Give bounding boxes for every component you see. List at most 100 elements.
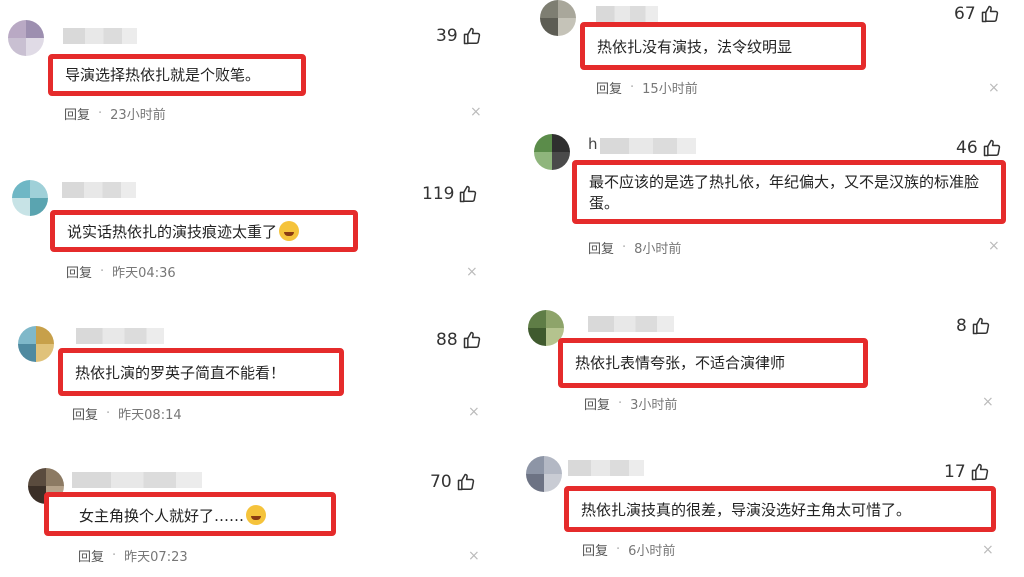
like-count: 17 [944, 462, 966, 482]
avatar-pixel [28, 468, 46, 486]
comment-text: 热依扎表情夸张，不适合演律师 [558, 338, 868, 388]
like-button[interactable]: 8 [956, 316, 991, 336]
close-icon[interactable]: × [988, 80, 1000, 96]
laughing-emoji-icon [246, 505, 267, 525]
avatar-pixel [528, 310, 546, 328]
like-button[interactable]: 39 [436, 26, 482, 46]
comment-text: 说实话热依扎的演技痕迹太重了 [50, 210, 358, 252]
avatar-pixel [8, 20, 26, 38]
like-button[interactable]: 88 [436, 330, 482, 350]
avatar[interactable] [540, 0, 576, 36]
close-icon[interactable]: × [470, 104, 482, 120]
close-icon[interactable]: × [466, 264, 478, 280]
separator: · [106, 406, 111, 421]
comment-text: 热依扎演技真的很差，导演没选好主角太可惜了。 [564, 486, 996, 532]
avatar-pixel [534, 152, 552, 170]
avatar-pixel [528, 328, 546, 346]
reply-button[interactable]: 回复 [584, 394, 610, 413]
thumbs-up-icon [980, 4, 1000, 24]
reply-button[interactable]: 回复 [582, 540, 608, 559]
close-icon[interactable]: × [982, 542, 994, 558]
thumbs-up-icon [458, 184, 478, 204]
like-button[interactable]: 119 [422, 184, 478, 204]
username-blurred[interactable]: h [588, 135, 696, 154]
username-blurred[interactable] [62, 182, 136, 198]
avatar-pixel [12, 180, 30, 198]
separator: · [112, 548, 117, 563]
thumbs-up-icon [970, 462, 990, 482]
avatar-pixel [30, 180, 48, 198]
separator: · [630, 80, 635, 95]
avatar-pixel [8, 38, 26, 56]
avatar[interactable] [534, 134, 570, 170]
reply-button[interactable]: 回复 [64, 104, 90, 123]
avatar-pixel [46, 468, 64, 486]
timestamp: 15小时前 [642, 82, 698, 97]
avatar-pixel [36, 326, 54, 344]
username-blurred[interactable] [72, 472, 202, 488]
like-count: 119 [422, 184, 455, 204]
username-blurred[interactable] [588, 316, 674, 332]
reply-button[interactable]: 回复 [588, 238, 614, 257]
like-count: 70 [430, 472, 452, 492]
avatar-pixel [540, 18, 558, 36]
timestamp: 23小时前 [110, 108, 166, 123]
username-blurred[interactable] [63, 28, 137, 44]
comment-text: 热依扎演的罗英子简直不能看！ [58, 348, 344, 396]
reply-button[interactable]: 回复 [78, 546, 104, 565]
like-count: 8 [956, 316, 967, 336]
reply-button[interactable]: 回复 [72, 404, 98, 423]
timestamp: 昨天08:14 [118, 408, 182, 423]
like-button[interactable]: 17 [944, 462, 990, 482]
username-blurred[interactable] [76, 328, 164, 344]
thumbs-up-icon [462, 26, 482, 46]
avatar[interactable] [8, 20, 44, 56]
comment-meta: 回复 · 昨天08:14 [72, 404, 182, 423]
like-count: 46 [956, 138, 978, 158]
thumbs-up-icon [462, 330, 482, 350]
separator: · [622, 240, 627, 255]
like-button[interactable]: 70 [430, 472, 476, 492]
close-icon[interactable]: × [468, 548, 480, 564]
username-blurred[interactable] [596, 6, 658, 22]
separator: · [100, 264, 105, 279]
avatar-pixel [546, 310, 564, 328]
timestamp: 昨天07:23 [124, 550, 188, 565]
comment-meta: 回复 · 6小时前 [582, 540, 675, 559]
comment-text-label: 说实话热依扎的演技痕迹太重了 [67, 223, 278, 241]
comment-meta: 回复 · 8小时前 [588, 238, 681, 257]
avatar-pixel [558, 0, 576, 18]
avatar-pixel [26, 38, 44, 56]
avatar[interactable] [526, 456, 562, 492]
username-blurred[interactable] [568, 460, 644, 476]
avatar-pixel [526, 456, 544, 474]
comment-text-label: 热依扎演的罗英子简直不能看！ [75, 364, 286, 382]
reply-button[interactable]: 回复 [66, 262, 92, 281]
timestamp: 3小时前 [630, 398, 678, 413]
thumbs-up-icon [982, 138, 1002, 158]
reply-button[interactable]: 回复 [596, 78, 622, 97]
close-icon[interactable]: × [468, 404, 480, 420]
comment-text: 导演选择热依扎就是个败笔。 [48, 54, 306, 96]
like-count: 88 [436, 330, 458, 350]
comment-meta: 回复 · 15小时前 [596, 78, 698, 97]
like-count: 67 [954, 4, 976, 24]
close-icon[interactable]: × [988, 238, 1000, 254]
comment-text-label: 导演选择热依扎就是个败笔。 [65, 66, 261, 84]
comment-meta: 回复 · 昨天07:23 [78, 546, 188, 565]
comment-text-label: 热依扎表情夸张，不适合演律师 [575, 354, 786, 372]
comment-meta: 回复 · 昨天04:36 [66, 262, 176, 281]
timestamp: 8小时前 [634, 242, 682, 257]
avatar[interactable] [12, 180, 48, 216]
close-icon[interactable]: × [982, 394, 994, 410]
avatar-pixel [12, 198, 30, 216]
avatar-pixel [534, 134, 552, 152]
like-button[interactable]: 67 [954, 4, 1000, 24]
avatar-pixel [544, 474, 562, 492]
comment-text: 热依扎没有演技，法令纹明显 [580, 22, 866, 70]
avatar-pixel [30, 198, 48, 216]
comment-text-label: 热依扎演技真的很差，导演没选好主角太可惜了。 [581, 501, 912, 519]
like-button[interactable]: 46 [956, 138, 1002, 158]
timestamp: 6小时前 [628, 544, 676, 559]
avatar[interactable] [18, 326, 54, 362]
